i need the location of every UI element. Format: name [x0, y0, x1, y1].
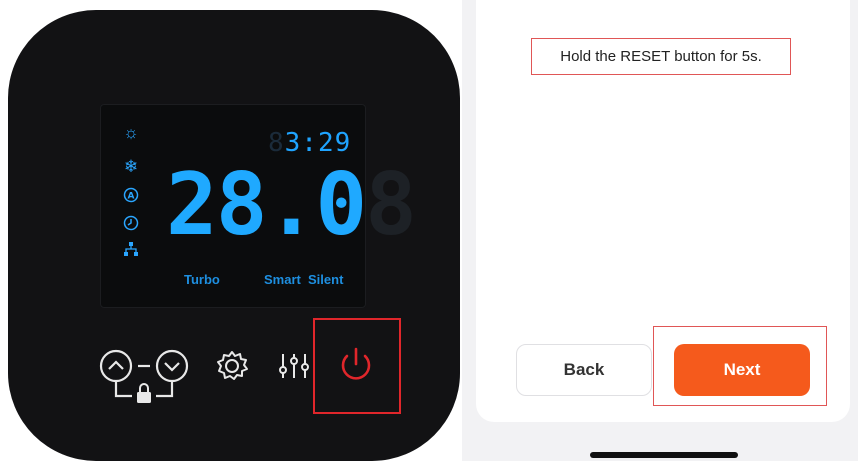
home-indicator [590, 452, 738, 458]
settings-gear-icon[interactable] [214, 348, 250, 384]
adjust-sliders-icon[interactable] [276, 348, 312, 384]
clock-dim-digit: 8 [268, 128, 285, 158]
turbo-label: Turbo [184, 272, 220, 287]
clock-time: 3:29 [284, 128, 352, 158]
power-button-highlight [313, 318, 401, 414]
lcd-display: ☼ ❄ A 83:29 28.08 Turbo Smart Silent [100, 104, 417, 308]
temperature-dim-digit: 8 [365, 155, 417, 255]
instruction-text: Hold the RESET button for 5s. [531, 38, 791, 75]
temperature-readout: 28.08 [166, 162, 417, 248]
temperature-value: 28.0 [166, 155, 367, 255]
next-button[interactable]: Next [674, 344, 810, 396]
up-down-lock-icon [99, 349, 189, 403]
sun-icon: ☼ [123, 123, 139, 142]
svg-text:A: A [128, 192, 135, 202]
device-photo: ☼ ❄ A 83:29 28.08 Turbo Smart Silent [0, 0, 462, 461]
auto-mode-icon: A [120, 184, 142, 206]
network-icon [120, 238, 142, 260]
back-button[interactable]: Back [516, 344, 652, 396]
snowflake-icon: ❄ [123, 157, 139, 176]
clock-readout: 83:29 [268, 128, 351, 158]
smart-label: Smart [264, 272, 301, 287]
clock-icon [120, 212, 142, 234]
silent-label: Silent [308, 272, 344, 287]
